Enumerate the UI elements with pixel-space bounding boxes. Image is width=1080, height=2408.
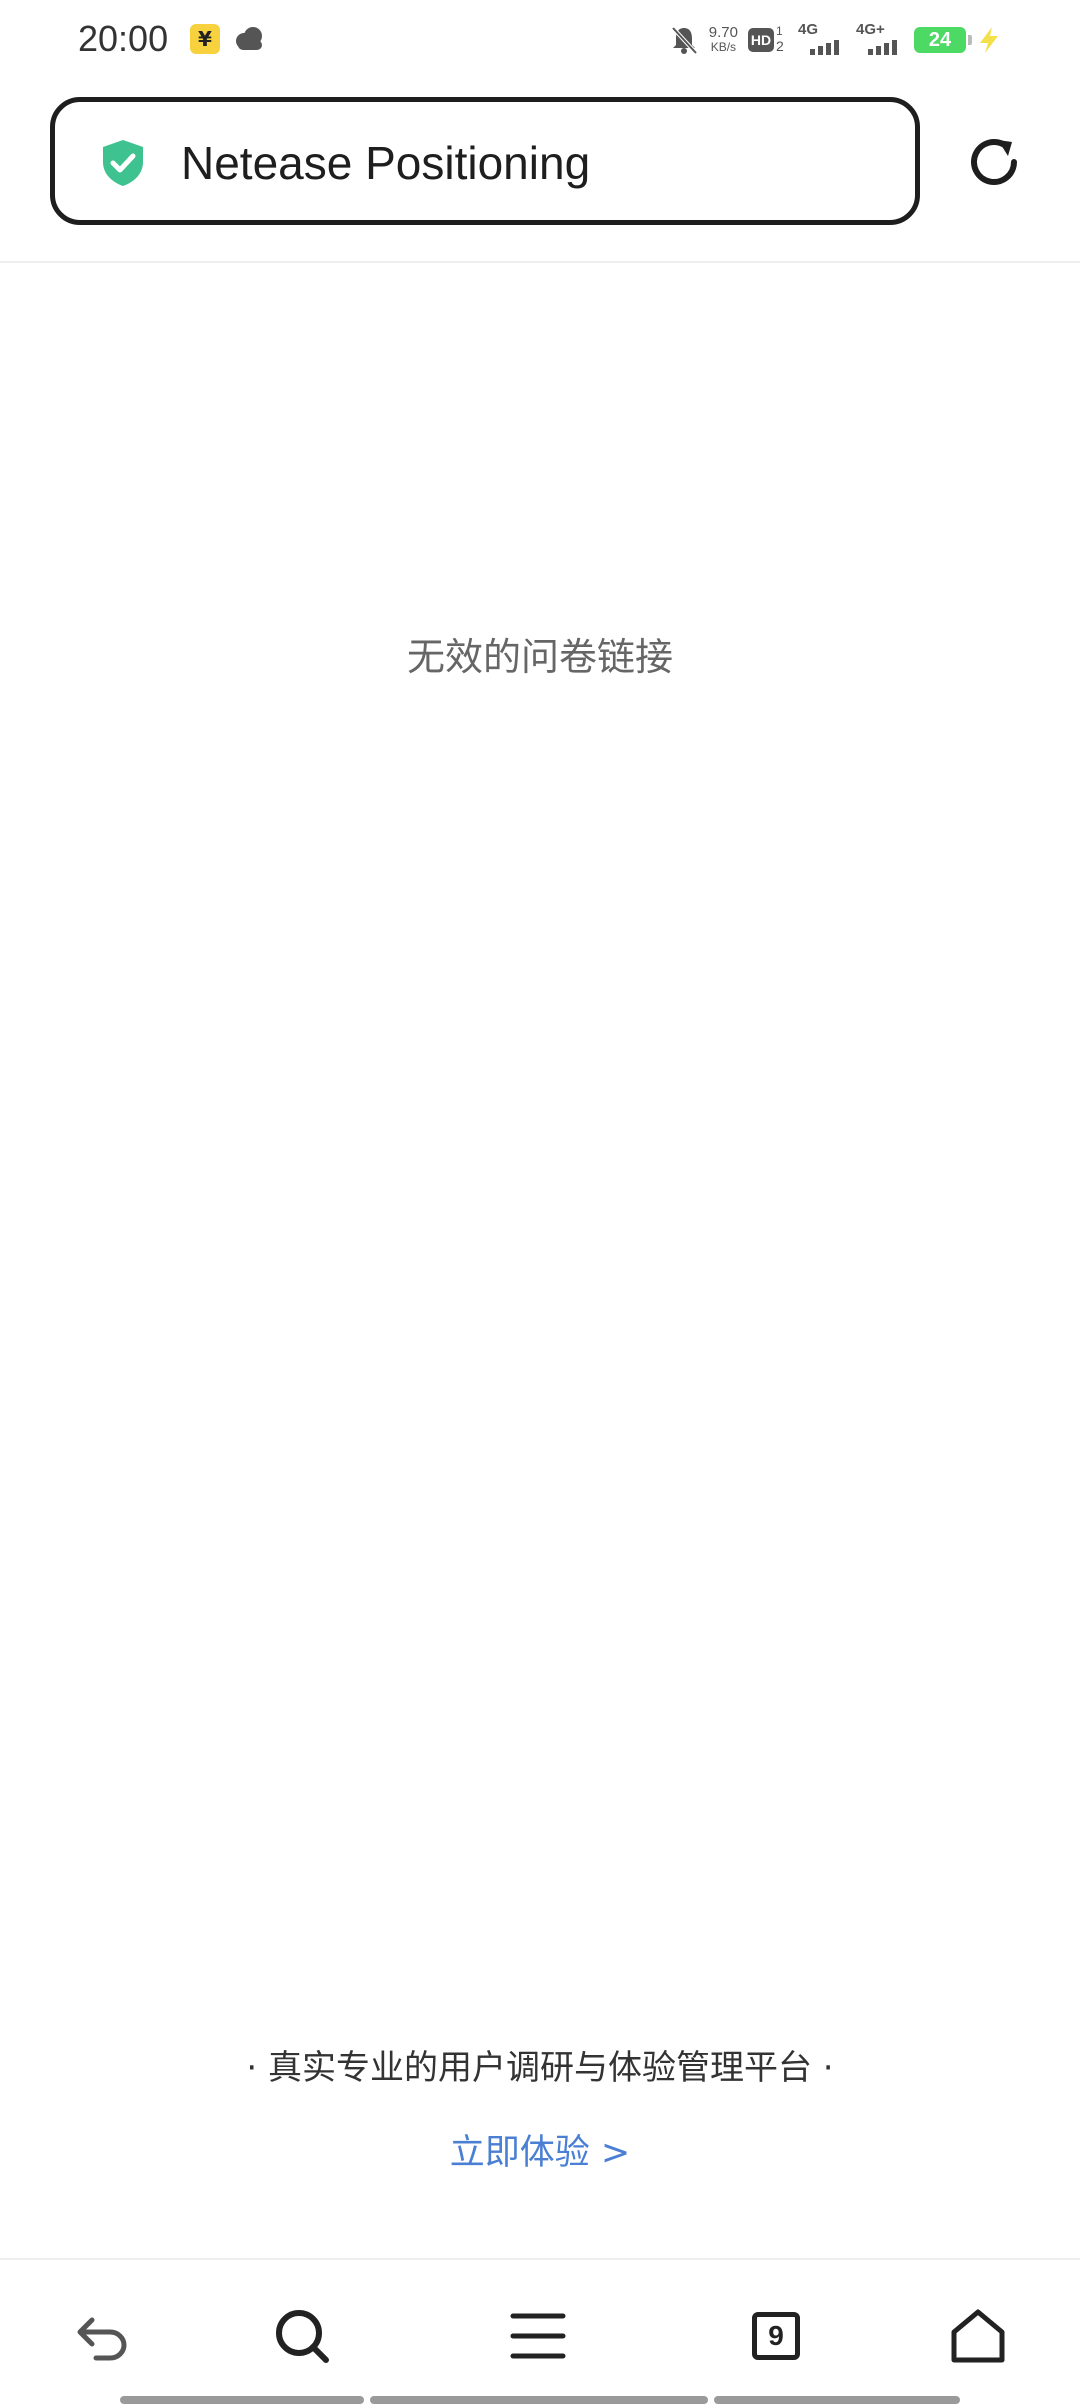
network-speed-unit: KB/s xyxy=(710,40,737,54)
bottom-nav: 9 xyxy=(0,2260,1080,2408)
shield-check-icon xyxy=(103,140,143,186)
gesture-bar-left xyxy=(120,2396,364,2404)
charging-bolt-icon xyxy=(980,27,998,53)
back-button[interactable] xyxy=(66,2300,138,2372)
header-divider xyxy=(0,261,1080,263)
signal-sim2: 4G+ xyxy=(856,21,904,57)
signal-bars-icon xyxy=(868,40,897,55)
home-icon xyxy=(951,2309,1005,2363)
signal-sim2-label: 4G+ xyxy=(856,21,885,38)
try-now-link[interactable]: 立即体验 > xyxy=(0,2124,1080,2175)
menu-icon xyxy=(510,2313,566,2359)
signal-sim1: 4G xyxy=(798,21,846,57)
gesture-bar-right xyxy=(714,2396,960,2404)
address-bar[interactable]: Netease Positioning xyxy=(50,97,920,225)
battery-indicator: 24 xyxy=(914,27,972,53)
signal-bars-icon xyxy=(810,40,839,55)
signal-sim1-label: 4G xyxy=(798,21,819,38)
refresh-button[interactable] xyxy=(962,130,1026,194)
payment-app-icon: ¥ xyxy=(190,24,220,54)
menu-button[interactable] xyxy=(502,2300,574,2372)
footer-slogan: · 真实专业的用户调研与体验管理平台 · xyxy=(246,2048,834,2088)
home-button[interactable] xyxy=(942,2300,1014,2372)
network-speed: 9.70 KB/s xyxy=(708,24,738,54)
notification-muted-icon xyxy=(671,26,698,55)
status-bar: 20:00 ¥ 9.70 KB/s HD 1 2 4G 4G+ 24 xyxy=(0,0,1080,80)
search-button[interactable] xyxy=(266,2300,338,2372)
hd-label: HD xyxy=(748,28,774,52)
hd-sim1: 1 xyxy=(776,24,783,38)
hd-sim2: 2 xyxy=(776,38,784,54)
tabs-button[interactable]: 9 xyxy=(740,2300,812,2372)
network-speed-value: 9.70 xyxy=(708,24,738,41)
page-title: Netease Positioning xyxy=(181,137,591,189)
gesture-bar-middle xyxy=(370,2396,708,2404)
hd-voice-indicator: HD 1 2 xyxy=(748,24,788,54)
status-time: 20:00 xyxy=(78,18,169,59)
search-icon xyxy=(276,2310,329,2363)
back-arrow-icon xyxy=(77,2317,127,2361)
weather-cloud-icon xyxy=(236,27,262,50)
invalid-link-message: 无效的问卷链接 xyxy=(406,635,673,679)
status-indicators: 9.70 KB/s HD 1 2 4G 4G+ 24 xyxy=(669,20,1002,60)
tabs-count: 9 xyxy=(752,2312,800,2360)
